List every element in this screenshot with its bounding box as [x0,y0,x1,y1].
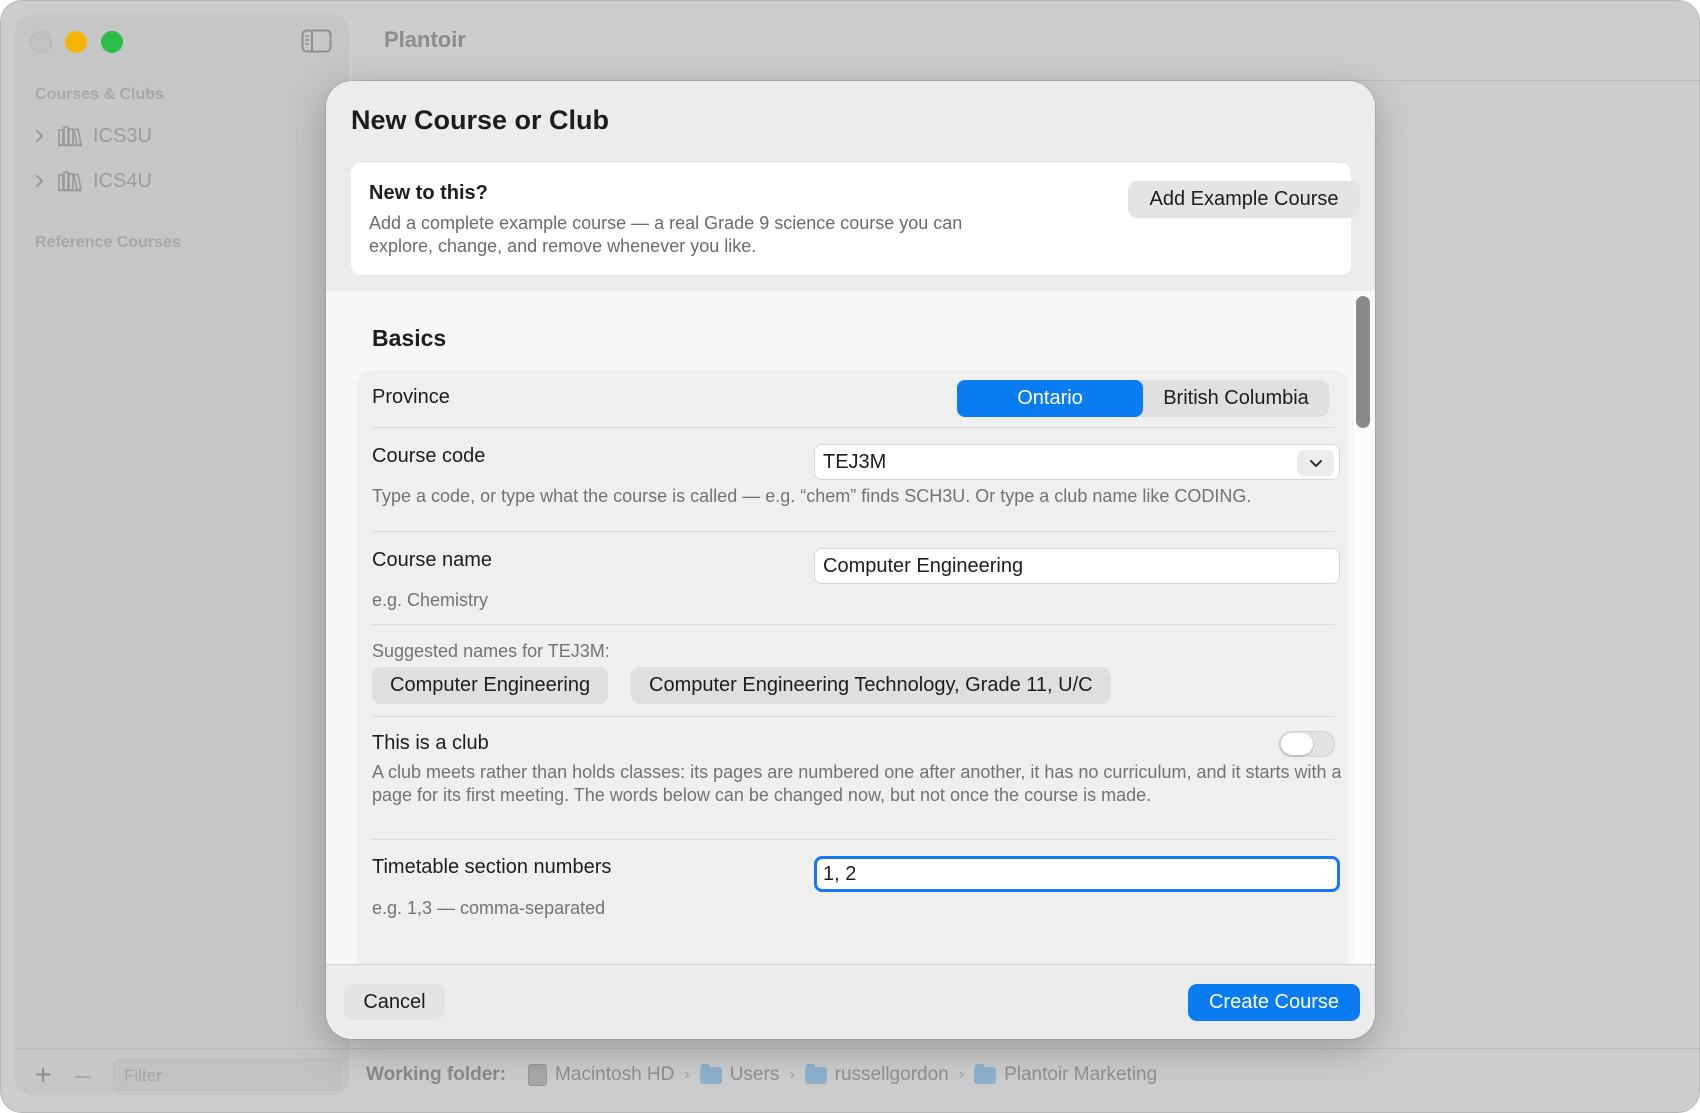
row-divider [372,427,1335,428]
working-folder-label: Working folder: [366,1064,507,1085]
close-window-button[interactable] [30,31,52,53]
row-divider [372,531,1335,532]
province-label: Province [372,386,450,408]
province-option-ontario[interactable]: Ontario [957,380,1143,417]
new-course-sheet: New Course or Club New to this? Add a co… [326,81,1375,1039]
sections-label: Timetable section numbers [372,856,612,878]
row-divider [372,624,1335,625]
basics-group: Province Ontario British Columbia Course… [358,370,1348,964]
suggestion-chip[interactable]: Computer Engineering [372,667,609,704]
row-divider [372,716,1335,717]
chevron-right-icon: › [789,1066,795,1083]
books-icon [57,170,83,192]
course-name-help: e.g. Chemistry [372,590,489,610]
folder-icon [974,1063,997,1084]
suggestion-chip[interactable]: Computer Engineering Technology, Grade 1… [631,667,1111,704]
bottom-bar-divider [15,1048,1699,1049]
club-label: This is a club [372,732,489,754]
maximize-window-button[interactable] [101,31,123,53]
section-title-basics: Basics [372,325,447,351]
club-toggle[interactable] [1279,731,1335,757]
toggle-knob [1281,733,1313,755]
course-code-combobox[interactable]: TEJ3M [814,444,1340,480]
path-crumb-home[interactable]: russellgordon [804,1063,949,1086]
sheet-title: New Course or Club [351,105,610,135]
course-code-value: TEJ3M [823,450,887,473]
sidebar-section-reference: Reference Courses [35,234,181,251]
sidebar-item-label: ICS4U [93,169,152,192]
create-course-button[interactable]: Create Course [1188,984,1360,1021]
course-code-help: Type a code, or type what the course is … [372,486,1252,506]
path-crumb-users[interactable]: Users [699,1063,780,1086]
path-crumb-label: russellgordon [834,1064,949,1085]
minimize-window-button[interactable] [65,31,87,53]
home-folder-icon [804,1063,827,1084]
path-crumb-label: Users [729,1064,780,1085]
sections-help: e.g. 1,3 — comma-separated [372,898,606,918]
club-help: A club meets rather than holds classes: … [372,762,1342,805]
province-option-british-columbia[interactable]: British Columbia [1143,380,1329,417]
form-scroll-area[interactable]: Basics Province Ontario British Columbia… [326,291,1375,964]
intro-heading: New to this? [369,182,488,204]
path-crumb-disk[interactable]: Macintosh HD [528,1064,674,1086]
chevron-right-icon: › [958,1066,965,1083]
chevron-right-icon[interactable] [35,174,47,188]
sidebar-section-courses: Courses & Clubs [35,86,164,103]
province-segmented-control[interactable]: Ontario British Columbia [957,380,1329,417]
suggestions-label: Suggested names for TEJ3M: [372,641,610,661]
chevron-right-icon: › [684,1066,690,1083]
course-name-field[interactable]: Computer Engineering [814,548,1340,584]
working-folder-path: Working folder: Macintosh HD › Users › r… [366,1063,1158,1086]
sections-field[interactable]: 1, 2 [814,856,1340,892]
app-window: Plantoir Courses & Clubs ICS3U ICS4U Ref… [0,0,1700,1113]
path-crumb-project[interactable]: Plantoir Marketing [974,1063,1158,1086]
sidebar-item-ics3u[interactable]: ICS3U [35,121,152,151]
filter-input[interactable]: Filter [113,1059,341,1091]
books-icon [57,125,83,147]
app-title: Plantoir [384,27,466,52]
course-name-label: Course name [372,549,493,571]
chevron-right-icon[interactable] [35,129,47,143]
intro-card: New to this? Add a complete example cour… [351,163,1360,275]
remove-icon[interactable]: – [75,1061,97,1089]
row-divider [372,839,1335,840]
path-crumb-label: Plantoir Marketing [1004,1064,1158,1085]
chevron-down-icon[interactable] [1297,450,1334,476]
intro-text: Add a complete example course — a real G… [369,213,963,256]
add-example-course-button[interactable]: Add Example Course [1128,181,1360,218]
hard-drive-icon [528,1064,548,1086]
sidebar-toggle-icon[interactable] [301,29,332,53]
folder-icon [699,1063,722,1084]
path-crumb-label: Macintosh HD [555,1064,675,1085]
scrollbar-thumb[interactable] [1356,296,1370,428]
cancel-button[interactable]: Cancel [344,984,445,1020]
course-code-label: Course code [372,445,486,467]
sidebar-item-label: ICS3U [93,124,152,147]
sheet-footer: Cancel Create Course [326,964,1375,1039]
add-icon[interactable]: + [35,1061,57,1089]
sidebar-item-ics4u[interactable]: ICS4U [35,166,152,196]
